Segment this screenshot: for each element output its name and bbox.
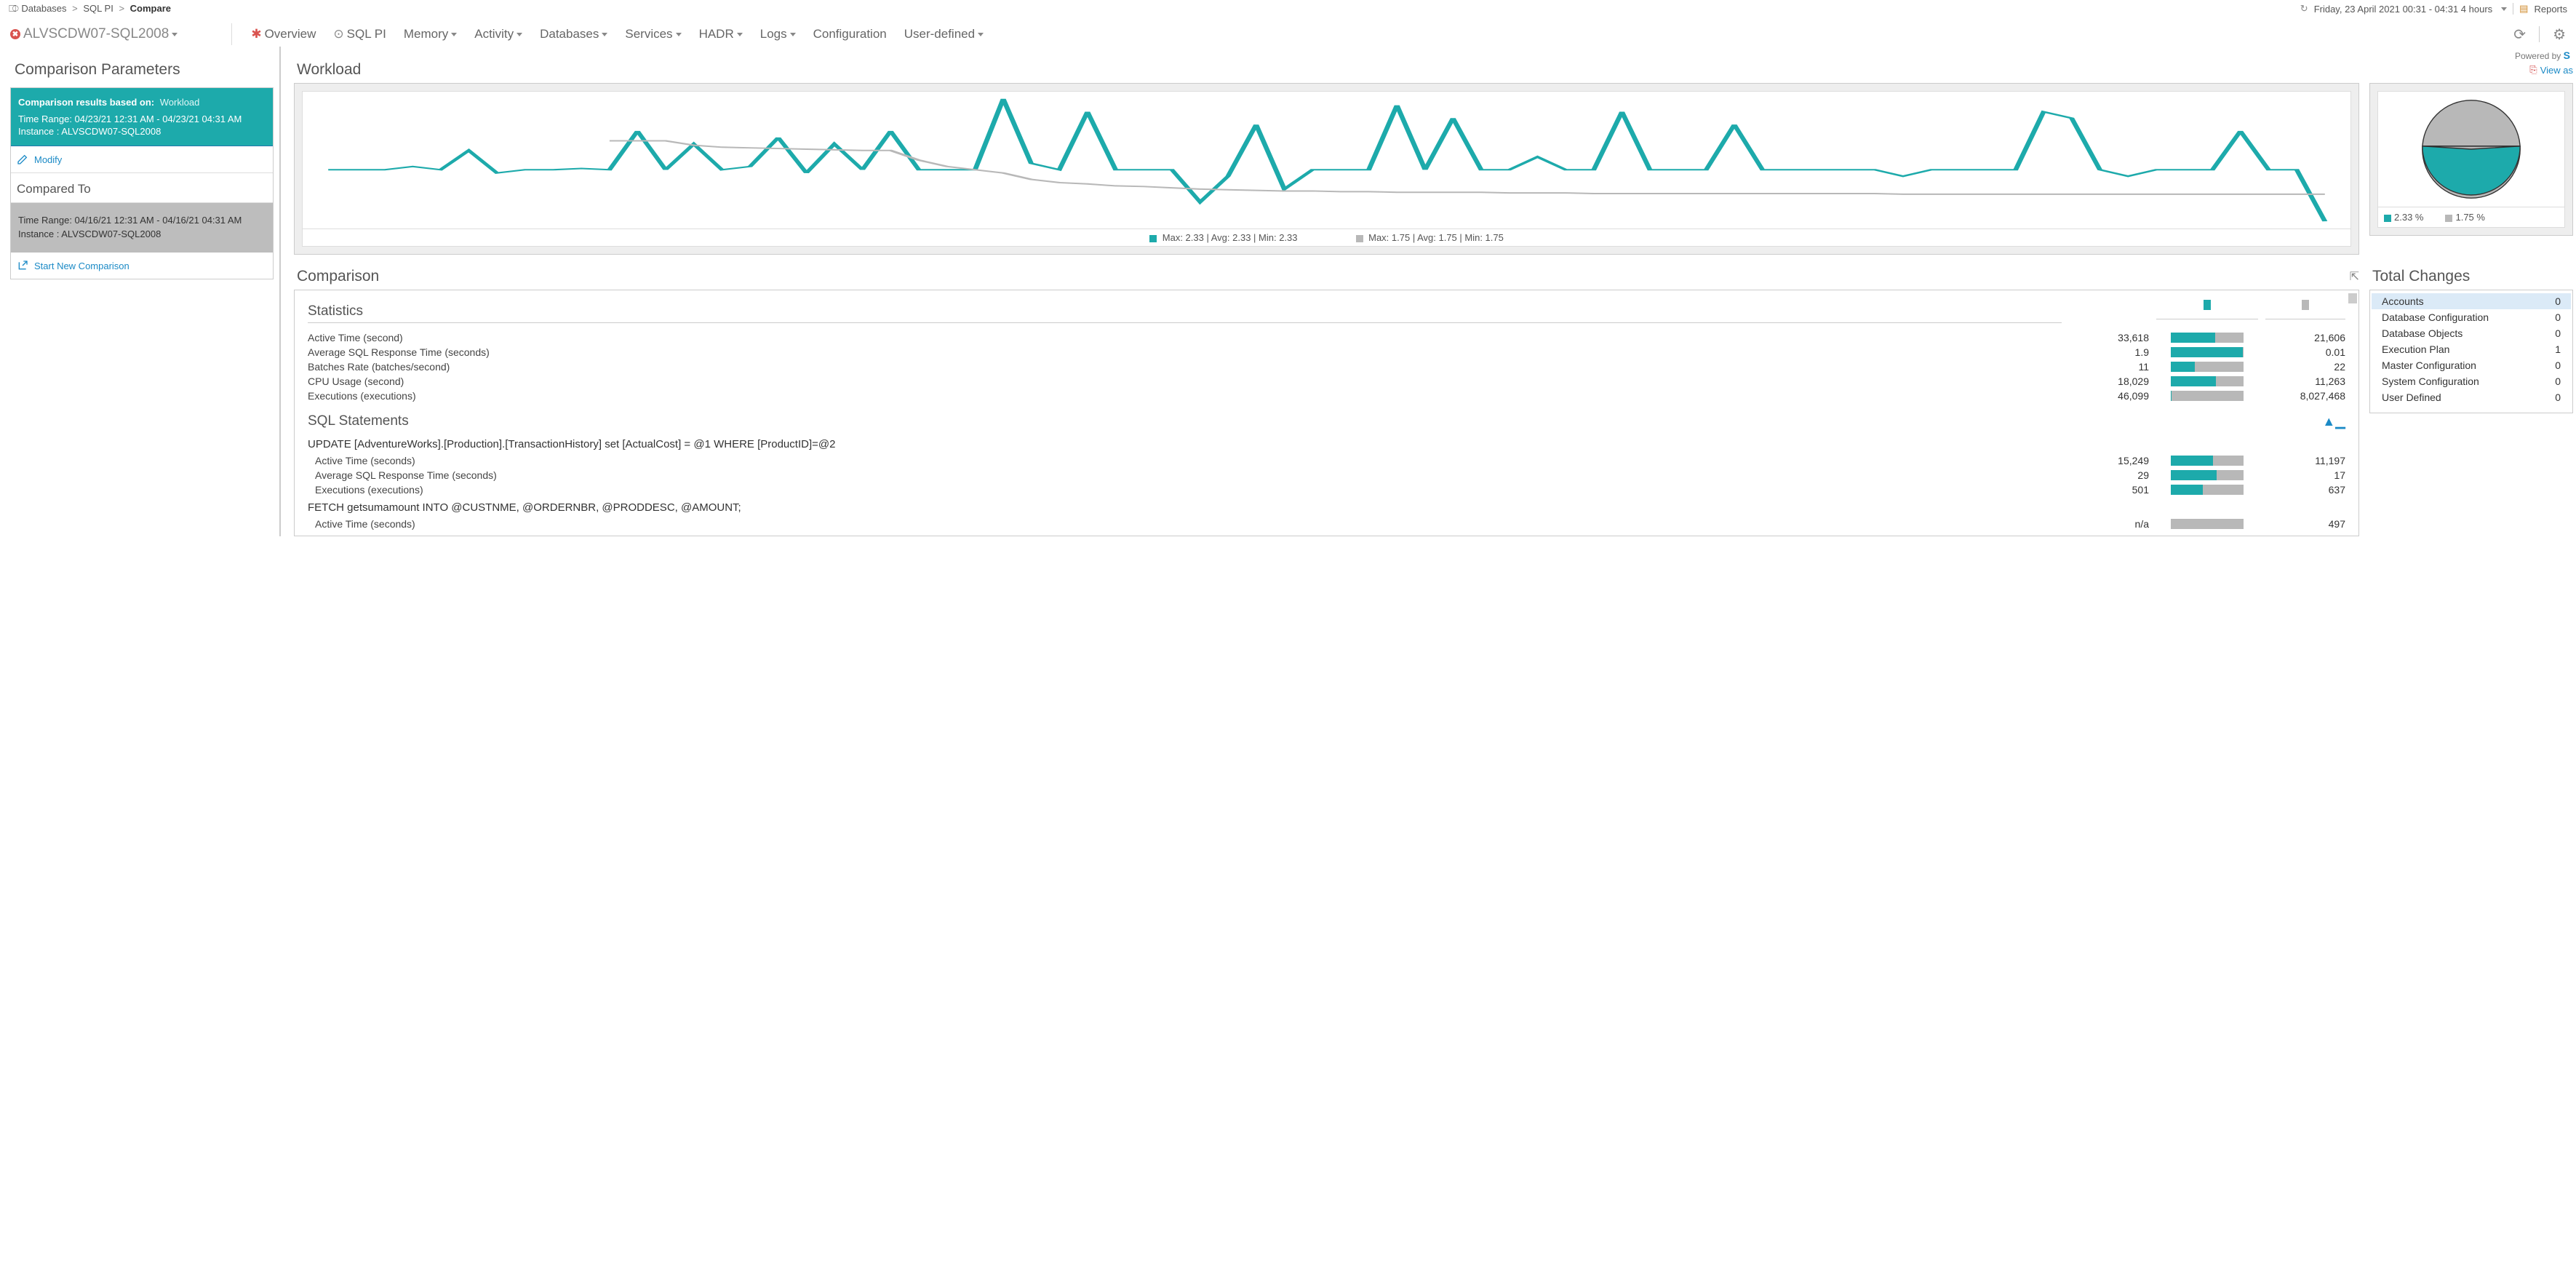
toolbar-divider <box>2539 26 2540 42</box>
edit-icon <box>17 154 28 165</box>
col-current-icon <box>2204 300 2211 310</box>
sql1-exec[interactable]: Executions (executions) 501 637 <box>308 482 2345 497</box>
collapse-icon[interactable]: ▲▁ <box>2322 414 2345 429</box>
refresh-small-icon[interactable]: ↻ <box>2300 3 2308 15</box>
legend-teal-icon <box>1149 235 1157 242</box>
change-row-masterconfig[interactable]: Master Configuration0 <box>2372 357 2571 373</box>
nav-databases[interactable]: Databases <box>540 27 607 41</box>
instance-caret-icon[interactable] <box>172 33 178 36</box>
nav-memory[interactable]: Memory <box>404 27 457 41</box>
time-range-caret-icon[interactable] <box>2501 7 2507 11</box>
col-baseline-icon <box>2302 300 2309 310</box>
change-row-sysconfig[interactable]: System Configuration0 <box>2372 373 2571 389</box>
nav-userdefined[interactable]: User-defined <box>904 27 984 41</box>
pie-legend-baseline: 1.75 % <box>2445 212 2484 223</box>
stat-row-batches[interactable]: Batches Rate (batches/second) 11 22 <box>308 359 2345 374</box>
instance-name: ALVSCDW07-SQL2008 <box>23 26 169 42</box>
gear-icon[interactable]: ⚙ <box>2553 25 2566 44</box>
nav-configuration[interactable]: Configuration <box>813 27 887 41</box>
crumb-databases[interactable]: Databases <box>21 3 66 14</box>
compared-to-label: Compared To <box>11 173 273 203</box>
refresh-icon[interactable]: ⟳ <box>2513 25 2526 44</box>
workload-pie-chart[interactable] <box>2377 91 2565 207</box>
time-range-picker[interactable]: Friday, 23 April 2021 00:31 - 04:31 4 ho… <box>2314 4 2492 15</box>
crumb-current: Compare <box>130 3 171 14</box>
view-as-button[interactable]: ⎘ View as <box>2529 64 2573 76</box>
viewas-icon: ⎘ <box>2529 64 2537 76</box>
nav-logs[interactable]: Logs <box>760 27 796 41</box>
modify-button[interactable]: Modify <box>11 146 273 173</box>
source-time-range: Time Range: 04/23/21 12:31 AM - 04/23/21… <box>18 114 266 124</box>
change-row-dbconfig[interactable]: Database Configuration0 <box>2372 309 2571 325</box>
comparison-source-panel: Comparison results based on: Workload Ti… <box>11 88 273 146</box>
stat-row-response-time[interactable]: Average SQL Response Time (seconds) 1.9 … <box>308 345 2345 359</box>
target-time-range: Time Range: 04/16/21 12:31 AM - 04/16/21… <box>18 215 266 226</box>
comparison-table: Statistics Active Time (second) 33,618 2… <box>294 290 2359 536</box>
sql-statements-title: SQL Statements <box>308 413 409 429</box>
breadcrumb: ⎄ Databases > SQL PI > Compare <box>9 3 171 15</box>
total-changes-table: Accounts0 Database Configuration0 Databa… <box>2369 290 2573 413</box>
workload-pie-panel: 2.33 % 1.75 % <box>2369 83 2573 236</box>
reports-link[interactable]: Reports <box>2534 4 2567 15</box>
powered-by: Powered by S <box>2515 49 2570 61</box>
nav-hadr[interactable]: HADR <box>699 27 743 41</box>
workload-stats-current: Max: 2.33 | Avg: 2.33 | Min: 2.33 <box>1149 232 1297 243</box>
change-row-accounts[interactable]: Accounts0 <box>2372 293 2571 309</box>
workload-line-chart[interactable] <box>302 91 2351 229</box>
nav-sqlpi[interactable]: ⊙ SQL PI <box>333 27 386 41</box>
total-changes-title: Total Changes <box>2372 268 2573 285</box>
sqlpi-icon: ⊙ <box>333 27 343 41</box>
sql-statement-2[interactable]: FETCH getsumamount INTO @CUSTNME, @ORDER… <box>308 497 2345 517</box>
source-instance: Instance : ALVSCDW07-SQL2008 <box>18 126 266 137</box>
comparison-title: Comparison <box>297 268 379 285</box>
nav-activity[interactable]: Activity <box>474 27 522 41</box>
stat-row-cpu[interactable]: CPU Usage (second) 18,029 11,263 <box>308 374 2345 389</box>
sql2-active[interactable]: Active Time (seconds) n/a 497 <box>308 517 2345 531</box>
based-on-label: Comparison results based on: <box>18 97 154 108</box>
based-on-value: Workload <box>160 97 200 108</box>
scrollbar[interactable] <box>2348 293 2357 303</box>
start-new-comparison-button[interactable]: Start New Comparison <box>11 253 273 279</box>
instance-selector[interactable]: ✖ ALVSCDW07-SQL2008 <box>10 26 178 42</box>
overview-icon: ✱ <box>251 27 261 41</box>
share-icon <box>17 260 28 271</box>
workload-title: Workload <box>297 61 361 79</box>
sql1-active[interactable]: Active Time (seconds) 15,249 11,197 <box>308 453 2345 468</box>
comparison-target-panel: Time Range: 04/16/21 12:31 AM - 04/16/21… <box>11 203 273 253</box>
workload-chart-panel: Max: 2.33 | Avg: 2.33 | Min: 2.33 Max: 1… <box>294 83 2359 255</box>
statistics-title: Statistics <box>308 296 2062 323</box>
sidebar-title: Comparison Parameters <box>10 61 274 87</box>
legend-gray-icon <box>1356 235 1363 242</box>
change-row-execplan[interactable]: Execution Plan1 <box>2372 341 2571 357</box>
crumb-sqlpi[interactable]: SQL PI <box>83 3 113 14</box>
stat-row-executions[interactable]: Executions (executions) 46,099 8,027,468 <box>308 389 2345 403</box>
change-row-dbobjects[interactable]: Database Objects0 <box>2372 325 2571 341</box>
sql-statement-1[interactable]: UPDATE [AdventureWorks].[Production].[Tr… <box>308 434 2345 453</box>
target-instance: Instance : ALVSCDW07-SQL2008 <box>18 228 266 239</box>
nav-services[interactable]: Services <box>625 27 681 41</box>
popout-icon[interactable]: ⇱ <box>2350 269 2359 284</box>
nav-overview[interactable]: ✱ Overview <box>251 27 316 41</box>
sql1-response[interactable]: Average SQL Response Time (seconds) 29 1… <box>308 468 2345 482</box>
stat-row-active-time[interactable]: Active Time (second) 33,618 21,606 <box>308 330 2345 345</box>
status-critical-icon: ✖ <box>10 29 20 39</box>
reports-icon[interactable]: ▤ <box>2519 3 2528 15</box>
pie-legend-current: 2.33 % <box>2384 212 2423 223</box>
breadcrumb-icon: ⎄ <box>9 3 19 14</box>
change-row-userdefined[interactable]: User Defined0 <box>2372 389 2571 405</box>
workload-stats-baseline: Max: 1.75 | Avg: 1.75 | Min: 1.75 <box>1356 232 1504 243</box>
